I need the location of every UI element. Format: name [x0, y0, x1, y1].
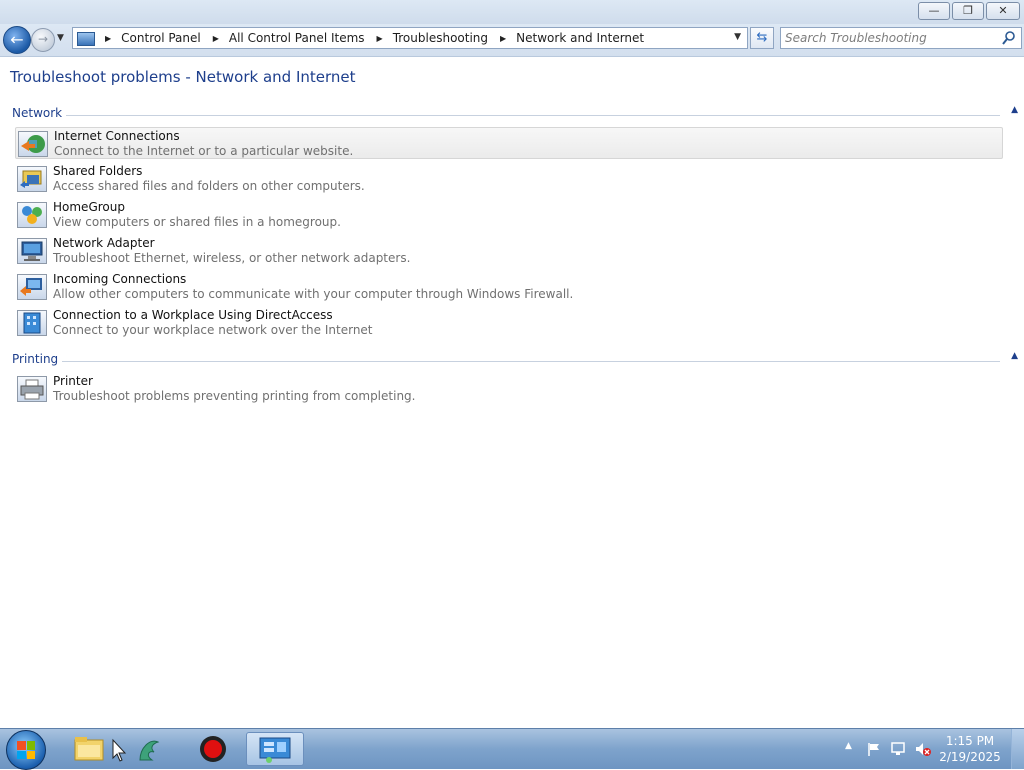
item-title: Internet Connections [54, 129, 180, 143]
breadcrumb-separator-icon[interactable]: ▶ [500, 34, 506, 43]
content-area: Troubleshoot problems - Network and Inte… [0, 57, 1024, 728]
forward-arrow-icon: → [37, 32, 49, 46]
item-description: View computers or shared files in a home… [53, 215, 341, 229]
breadcrumb-network-and-internet[interactable]: Network and Internet [516, 31, 644, 45]
troubleshooter-internet-connections[interactable]: Internet Connections Connect to the Inte… [15, 127, 1003, 159]
close-icon: ✕ [998, 4, 1008, 17]
network-adapter-icon [17, 238, 47, 264]
breadcrumb-troubleshooting[interactable]: Troubleshooting [393, 31, 488, 45]
close-button[interactable]: ✕ [986, 2, 1020, 20]
item-description: Access shared files and folders on other… [53, 179, 365, 193]
clock-time: 1:15 PM [945, 734, 995, 748]
group-header-network: Network ▲ [12, 105, 1018, 122]
control-panel-icon [259, 737, 291, 763]
minimize-button[interactable]: — [918, 2, 950, 20]
search-input[interactable] [785, 30, 995, 46]
record-icon [200, 736, 226, 762]
item-title: Shared Folders [53, 164, 143, 178]
group-label: Network [12, 106, 67, 120]
taskbar-file-explorer[interactable] [70, 732, 110, 766]
item-title: Connection to a Workplace Using DirectAc… [53, 308, 333, 322]
search-icon[interactable] [1001, 30, 1017, 46]
recent-pages-dropdown[interactable]: ▼ [57, 33, 64, 43]
taskbar-control-panel[interactable] [246, 732, 304, 766]
item-description: Connect to your workplace network over t… [53, 323, 373, 337]
mouse-cursor-icon [108, 732, 130, 766]
troubleshooter-homegroup[interactable]: HomeGroup View computers or shared files… [15, 199, 1003, 231]
navigation-bar: ← → ▼ ▶ Control Panel ▶ All Control Pane… [0, 24, 1024, 57]
incoming-connections-icon [17, 274, 47, 300]
item-description: Troubleshoot problems preventing printin… [53, 389, 416, 403]
network-icon[interactable] [890, 741, 908, 757]
system-clock[interactable]: 1:15 PM 2/19/2025 [930, 733, 1010, 765]
printer-icon [17, 376, 47, 402]
back-button[interactable]: ← [3, 26, 31, 54]
page-title: Troubleshoot problems - Network and Inte… [10, 68, 356, 86]
taskbar-app-dragon[interactable] [130, 732, 170, 766]
item-title: HomeGroup [53, 200, 125, 214]
breadcrumb: ▶ Control Panel ▶ All Control Panel Item… [99, 28, 644, 48]
address-bar[interactable]: ▶ Control Panel ▶ All Control Panel Item… [72, 27, 748, 49]
group-header-printing: Printing ▲ [12, 351, 1018, 368]
homegroup-icon [17, 202, 47, 228]
internet-connections-icon [18, 131, 48, 157]
troubleshooter-incoming-connections[interactable]: Incoming Connections Allow other compute… [15, 271, 1003, 303]
show-hidden-icons-icon[interactable]: ▲ [845, 741, 852, 751]
restore-button[interactable]: ❐ [952, 2, 984, 20]
breadcrumb-separator-icon[interactable]: ▶ [377, 34, 383, 43]
breadcrumb-control-panel[interactable]: Control Panel [121, 31, 201, 45]
refresh-icon: ⇆ [756, 30, 768, 45]
directaccess-icon [17, 310, 47, 336]
item-description: Allow other computers to communicate wit… [53, 287, 574, 301]
troubleshooter-network-adapter[interactable]: Network Adapter Troubleshoot Ethernet, w… [15, 235, 1003, 267]
item-title: Incoming Connections [53, 272, 187, 286]
window-controls: — ❐ ✕ [918, 2, 1020, 20]
chevron-down-icon: ▼ [57, 33, 64, 43]
breadcrumb-separator-icon[interactable]: ▶ [213, 34, 219, 43]
group-divider [12, 361, 1000, 362]
item-title: Printer [53, 374, 93, 388]
start-button[interactable] [6, 730, 46, 770]
action-center-flag-icon[interactable] [866, 741, 882, 757]
item-description: Connect to the Internet or to a particul… [54, 144, 354, 158]
group-divider [12, 115, 1000, 116]
show-desktop-button[interactable] [1011, 729, 1024, 769]
restore-icon: ❐ [963, 4, 973, 17]
refresh-button[interactable]: ⇆ [750, 27, 774, 49]
group-label: Printing [12, 352, 63, 366]
window-title-bar: — ❐ ✕ [0, 0, 1024, 24]
item-title: Network Adapter [53, 236, 155, 250]
breadcrumb-all-control-panel-items[interactable]: All Control Panel Items [229, 31, 365, 45]
minimize-icon: — [928, 4, 940, 17]
search-box [780, 27, 1022, 49]
taskbar: ▲ 1:15 PM 2/19/2025 [0, 728, 1024, 770]
item-description: Troubleshoot Ethernet, wireless, or othe… [53, 251, 411, 265]
troubleshooter-printer[interactable]: Printer Troubleshoot problems preventing… [15, 373, 1003, 405]
collapse-group-icon[interactable]: ▲ [1011, 105, 1018, 115]
troubleshooter-shared-folders[interactable]: Shared Folders Access shared files and f… [15, 163, 1003, 195]
windows-logo-icon [17, 741, 35, 759]
shared-folders-icon [17, 166, 47, 192]
forward-button[interactable]: → [31, 28, 55, 52]
clock-date: 2/19/2025 [939, 750, 1001, 764]
address-dropdown-icon[interactable]: ▼ [734, 32, 741, 42]
folder-icon [74, 737, 104, 761]
back-arrow-icon: ← [10, 30, 24, 49]
dragon-icon [139, 740, 160, 761]
breadcrumb-separator-icon[interactable]: ▶ [105, 34, 111, 43]
control-panel-icon [77, 32, 95, 46]
troubleshooter-directaccess[interactable]: Connection to a Workplace Using DirectAc… [15, 307, 1003, 339]
collapse-group-icon[interactable]: ▲ [1011, 351, 1018, 361]
taskbar-record-app[interactable] [193, 732, 233, 766]
